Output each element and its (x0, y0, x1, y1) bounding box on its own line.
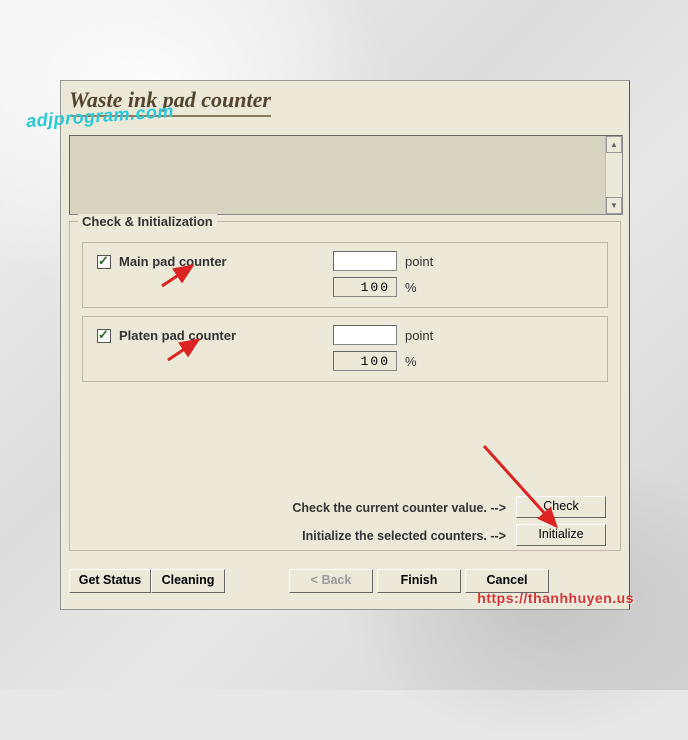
platen-percent-field: 100 (333, 351, 397, 371)
main-point-unit: point (405, 254, 433, 269)
main-pad-label: Main pad counter (119, 254, 227, 269)
watermark-bottom: https://thanhhuyen.us (477, 590, 634, 606)
get-status-button[interactable]: Get Status (69, 569, 151, 593)
platen-point-field[interactable] (333, 325, 397, 345)
platen-pad-label: Platen pad counter (119, 328, 236, 343)
check-button[interactable]: Check (516, 496, 606, 518)
fieldset-legend: Check & Initialization (78, 214, 217, 229)
platen-point-unit: point (405, 328, 433, 343)
main-pad-checkbox[interactable] (97, 255, 111, 269)
scroll-down-icon[interactable]: ▼ (606, 197, 622, 214)
platen-percent-unit: % (405, 354, 417, 369)
back-button[interactable]: < Back (289, 569, 373, 593)
main-point-field[interactable] (333, 251, 397, 271)
finish-button[interactable]: Finish (377, 569, 461, 593)
platen-pad-group: Platen pad counter point 100 % (82, 316, 608, 382)
main-percent-unit: % (405, 280, 417, 295)
check-instruction: Check the current counter value. --> (292, 501, 506, 515)
platen-pad-checkbox[interactable] (97, 329, 111, 343)
initialize-instruction: Initialize the selected counters. --> (302, 529, 506, 543)
dialog-window: Waste ink pad counter ▲ ▼ Check & Initia… (60, 80, 630, 610)
main-pad-group: Main pad counter point 100 % (82, 242, 608, 308)
log-textarea[interactable]: ▲ ▼ (69, 135, 623, 215)
scrollbar[interactable]: ▲ ▼ (605, 136, 622, 214)
cleaning-button[interactable]: Cleaning (151, 569, 225, 593)
initialize-button[interactable]: Initialize (516, 524, 606, 546)
main-percent-field: 100 (333, 277, 397, 297)
check-init-fieldset: Check & Initialization Main pad counter … (69, 221, 621, 551)
scroll-up-icon[interactable]: ▲ (606, 136, 622, 153)
